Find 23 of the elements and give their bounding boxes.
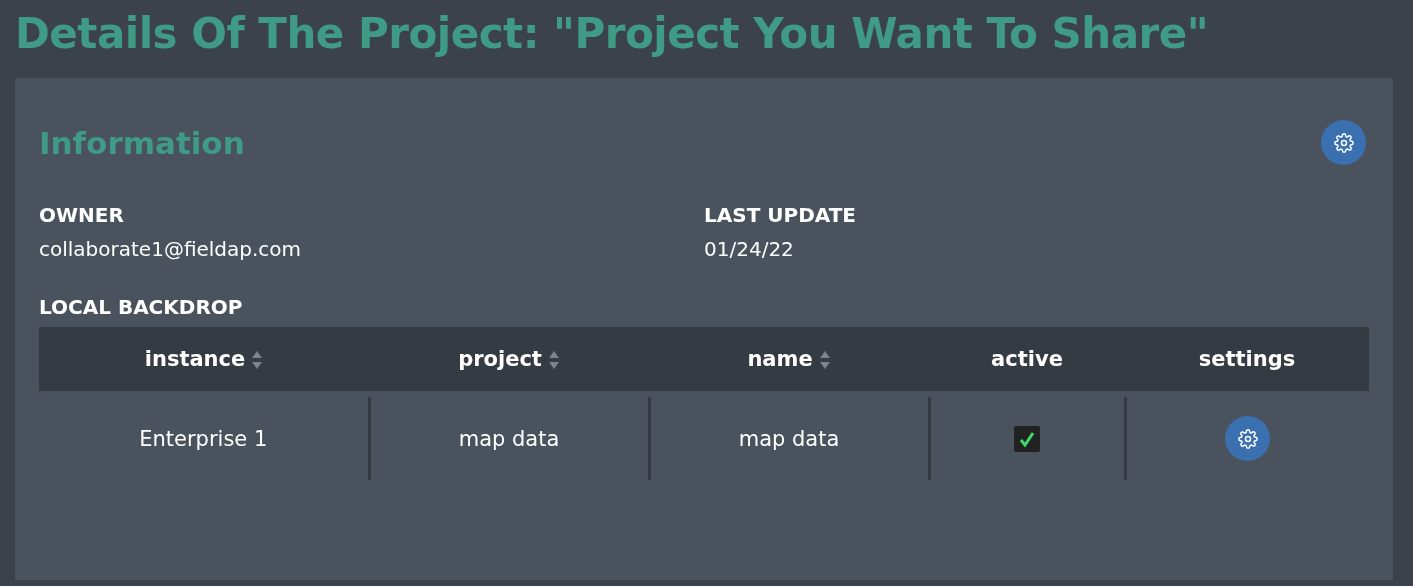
- table-cell: Enterprise 1: [139, 426, 268, 451]
- column-header: active: [991, 347, 1063, 371]
- field-label: LAST UPDATE: [704, 203, 857, 227]
- settings-button[interactable]: [1321, 120, 1366, 165]
- sort-icon[interactable]: [818, 350, 831, 370]
- table-cell: map data: [738, 426, 840, 451]
- checkbox[interactable]: [1014, 425, 1040, 452]
- table-cell: map data: [458, 426, 560, 451]
- gear-icon: [1333, 132, 1354, 153]
- column-header[interactable]: name: [747, 347, 831, 371]
- gear-icon: [1237, 428, 1258, 449]
- column-header[interactable]: project: [458, 347, 560, 371]
- page-title: Details Of The Project: "Project You Want To Share": [15, 8, 1210, 60]
- section-label: LOCAL BACKDROP: [39, 295, 244, 319]
- sort-icon[interactable]: [251, 350, 264, 370]
- field-label: OWNER: [39, 203, 125, 227]
- section-title: Information: [39, 124, 245, 161]
- sort-icon[interactable]: [547, 350, 560, 370]
- settings-button[interactable]: [1225, 416, 1271, 461]
- field-value: 01/24/22: [704, 237, 795, 261]
- column-header[interactable]: instance: [144, 347, 264, 371]
- column-header: settings: [1198, 347, 1296, 371]
- field-value: collaborate1@fieldap.com: [39, 237, 303, 261]
